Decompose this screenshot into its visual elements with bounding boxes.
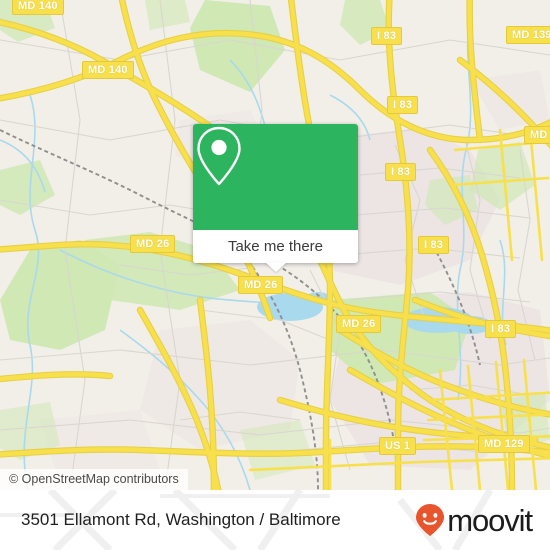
- road-shield: MD 26: [130, 235, 176, 253]
- road-shield: I 83: [385, 163, 417, 181]
- callout-pointer: [264, 262, 287, 272]
- osm-attribution[interactable]: © OpenStreetMap contributors: [0, 469, 188, 490]
- road-shield: MD 26: [238, 276, 284, 294]
- moovit-map-screen: MD 140 MD 140 I 83 MD 139 I 83 MD 1 I 83…: [0, 0, 550, 550]
- location-address: 3501 Ellamont Rd, Washington / Baltimore: [21, 510, 341, 529]
- road-shield: MD 26: [336, 315, 382, 333]
- moovit-logo[interactable]: moovit: [415, 502, 533, 538]
- take-me-there-label: Take me there: [227, 238, 324, 255]
- moovit-pin-icon: [416, 504, 445, 536]
- footer-bar: 3501 Ellamont Rd, Washington / Baltimore…: [0, 490, 550, 550]
- road-shield: MD 140: [82, 61, 134, 79]
- road-shield: I 83: [418, 236, 450, 254]
- moovit-wordmark: moovit: [447, 502, 533, 538]
- road-shield: MD 140: [12, 0, 64, 15]
- callout-header: [193, 124, 358, 230]
- road-shield: I 83: [371, 27, 403, 45]
- callout-action[interactable]: Take me there: [193, 230, 358, 272]
- map-pin-icon: [197, 126, 241, 186]
- road-shield: I 83: [485, 320, 517, 338]
- road-shield: MD 139: [506, 26, 550, 44]
- road-shield: MD 129: [478, 435, 530, 453]
- map-canvas[interactable]: MD 140 MD 140 I 83 MD 139 I 83 MD 1 I 83…: [0, 0, 550, 490]
- road-shield: MD 1: [524, 126, 550, 144]
- road-shield: I 83: [387, 96, 419, 114]
- footer-content: 3501 Ellamont Rd, Washington / Baltimore…: [0, 490, 550, 550]
- road-shield: US 1: [379, 437, 417, 455]
- location-callout[interactable]: Take me there: [193, 124, 358, 272]
